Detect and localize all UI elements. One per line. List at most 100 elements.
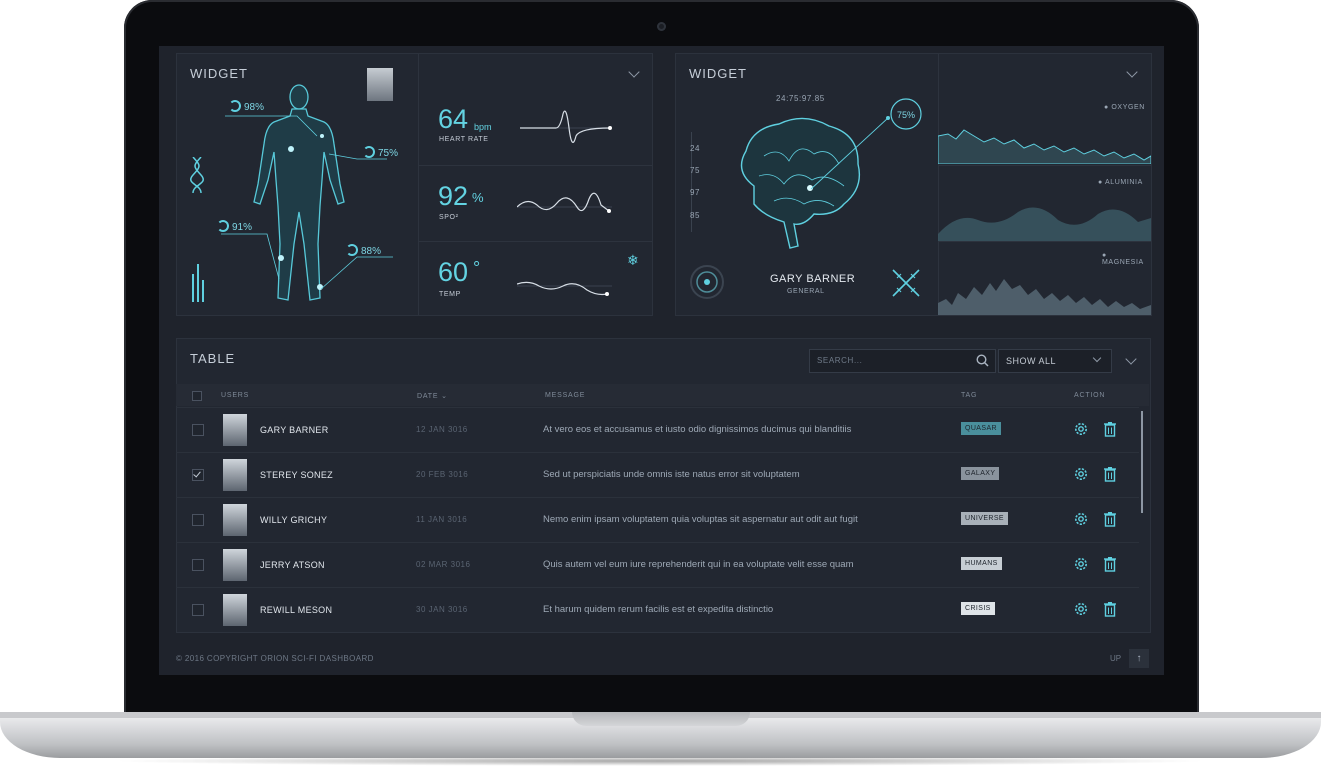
ring-icon (217, 220, 229, 232)
delete-trash-icon[interactable] (1103, 511, 1119, 527)
copyright: © 2016 COPYRIGHT ORION SCI-FI DASHBOARD (176, 654, 374, 663)
percent-value: 98% (244, 102, 265, 113)
settings-gear-icon[interactable] (1073, 556, 1089, 572)
table-row[interactable]: STEREY SONEZ 20 FEB 3016 Sed ut perspiciat… (176, 452, 1139, 498)
row-checkbox[interactable] (192, 604, 204, 616)
webcam (657, 22, 666, 31)
delete-trash-icon[interactable] (1103, 421, 1119, 437)
row-date: 30 JAN 3016 (416, 605, 468, 614)
spo2-label: SPO² (439, 214, 459, 221)
ring-icon (346, 244, 358, 256)
table-row[interactable]: JERRY ATSON 02 MAR 3016 Quis autem vel eum… (176, 542, 1139, 588)
divider (938, 165, 1151, 166)
row-message: Nemo enim ipsam voluptatem quia voluptas… (543, 514, 858, 525)
search-placeholder: SEARCH... (817, 356, 863, 365)
search-input[interactable]: SEARCH... (809, 349, 996, 373)
spo2-value: 92 (438, 181, 469, 211)
person-role: GENERAL (787, 288, 825, 295)
col-action[interactable]: ACTION (1074, 392, 1105, 399)
row-checkbox[interactable] (192, 424, 204, 436)
table-row[interactable]: GARY BARNER 12 JAN 3016 At vero eos et acc… (176, 407, 1139, 453)
col-message[interactable]: MESSAGE (545, 392, 585, 399)
search-icon[interactable] (976, 354, 989, 367)
up-label: UP (1110, 654, 1122, 663)
spo2-unit: % (472, 190, 484, 205)
col-users[interactable]: USERS (221, 392, 249, 399)
row-checkbox[interactable] (192, 469, 204, 481)
chart-label-aluminia: ● ALUMINIA (1098, 179, 1143, 186)
temp-value: 60 (438, 257, 469, 287)
row-message: At vero eos et accusamus et iusto odio d… (543, 424, 852, 435)
row-message: Sed ut perspiciatis unde omnis iste natu… (543, 469, 800, 480)
chart-label-oxygen: ● OXYGEN (1104, 104, 1145, 111)
heart-rate-unit: bpm (474, 122, 492, 132)
table-row[interactable]: WILLY GRICHY 11 JAN 3016 Nemo enim ipsam v… (176, 497, 1139, 543)
avatar (223, 594, 247, 626)
oxygen-chart (938, 129, 1151, 164)
settings-gear-icon[interactable] (1073, 511, 1089, 527)
brain-collapse-icon[interactable] (1126, 66, 1138, 78)
scale-label: 97 (690, 188, 701, 197)
row-user-name[interactable]: REWILL MESON (260, 605, 332, 615)
scale-label: 75 (690, 166, 701, 175)
brain-widget-title: WIDGET (689, 66, 747, 81)
row-user-name[interactable]: WILLY GRICHY (260, 515, 327, 525)
percent-value: 75% (378, 148, 399, 159)
row-date: 12 JAN 3016 (416, 425, 468, 434)
avatar (223, 459, 247, 491)
filter-value: SHOW ALL (1006, 356, 1057, 366)
percent-value: 91% (232, 222, 253, 233)
heart-rate-value: 64 (438, 104, 469, 134)
delete-trash-icon[interactable] (1103, 556, 1119, 572)
magnesia-chart (938, 279, 1151, 315)
delete-trash-icon[interactable] (1103, 601, 1119, 617)
brain-widget: WIDGET 24:75:97.85 24 75 97 85 75% GARY … (675, 53, 1152, 316)
body-percent-4: 88% (346, 244, 381, 257)
col-tag[interactable]: TAG (961, 392, 977, 399)
chart-label-magnesia: ● MAGNESIA (1102, 252, 1144, 266)
chart-label: ALUMINIA (1105, 179, 1143, 186)
chevron-down-icon (1092, 353, 1102, 363)
row-date: 20 FEB 3016 (416, 470, 469, 479)
dashboard-screen: WIDGET 98% 75% 91% 88% 64 bpm HEART RATE… (159, 46, 1164, 675)
filter-select[interactable]: SHOW ALL (998, 349, 1112, 373)
table-header (176, 384, 1149, 406)
sort-icon: ⌄ (441, 393, 448, 400)
row-user-name[interactable]: GARY BARNER (260, 425, 329, 435)
select-all-checkbox[interactable] (192, 391, 202, 401)
avatar (223, 504, 247, 536)
ring-icon (363, 146, 375, 158)
row-message: Et harum quidem rerum facilis est et exp… (543, 604, 774, 615)
body-leader-lines (221, 115, 393, 290)
temp-label: TEMP (439, 291, 461, 298)
table-row[interactable]: REWILL MESON 30 JAN 3016 Et harum quidem r… (176, 587, 1139, 633)
scroll-up-button[interactable]: ↑ (1129, 649, 1149, 668)
settings-gear-icon[interactable] (1073, 466, 1089, 482)
row-user-name[interactable]: STEREY SONEZ (260, 470, 333, 480)
table-title: TABLE (190, 351, 236, 366)
vitals-widget: WIDGET 98% 75% 91% 88% 64 bpm HEART RATE… (176, 53, 653, 316)
row-message: Quis autem vel eum iure reprehenderit qu… (543, 559, 854, 570)
vitals-collapse-icon[interactable] (628, 66, 640, 78)
divider (938, 241, 1151, 242)
row-tag: QUASAR (961, 422, 1001, 435)
row-tag: GALAXY (961, 467, 1000, 480)
person-name: GARY BARNER (770, 273, 856, 285)
dna-icon (190, 157, 204, 193)
row-tag: HUMANS (961, 557, 1002, 570)
row-checkbox[interactable] (192, 514, 204, 526)
divider (418, 165, 652, 166)
scrollbar[interactable] (1141, 411, 1143, 513)
row-checkbox[interactable] (192, 559, 204, 571)
chart-label: OXYGEN (1111, 104, 1145, 111)
col-date[interactable]: DATE ⌄ (417, 392, 448, 400)
col-date-label: DATE (417, 393, 439, 400)
body-percent-3: 91% (217, 220, 252, 233)
heart-rate-label: HEART RATE (439, 136, 489, 143)
divider (418, 54, 419, 315)
delete-trash-icon[interactable] (1103, 466, 1119, 482)
settings-gear-icon[interactable] (1073, 421, 1089, 437)
settings-gear-icon[interactable] (1073, 601, 1089, 617)
chart-label: MAGNESIA (1102, 259, 1144, 266)
row-user-name[interactable]: JERRY ATSON (260, 560, 325, 570)
